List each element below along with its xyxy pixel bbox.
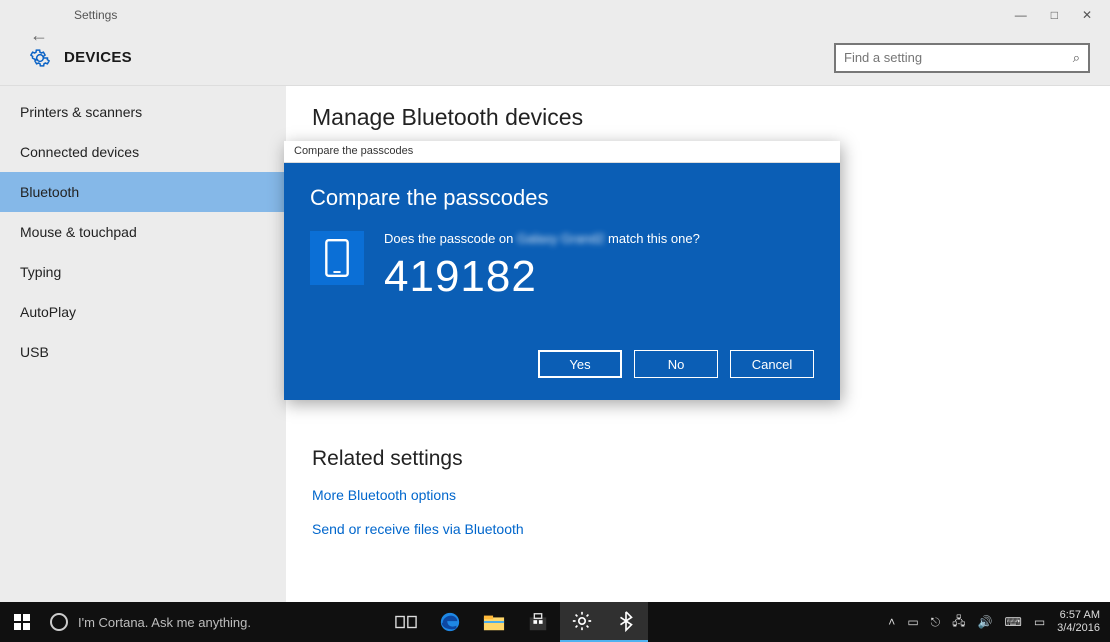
start-button[interactable] — [0, 602, 44, 642]
dialog-buttons: Yes No Cancel — [310, 350, 814, 378]
tray-volume-icon[interactable]: 🔊 — [978, 615, 993, 629]
dialog-heading: Compare the passcodes — [310, 185, 814, 211]
folder-icon — [483, 611, 505, 633]
sidebar-item-usb[interactable]: USB — [0, 332, 286, 372]
search-icon: ⌕ — [1073, 50, 1080, 66]
link-more-bluetooth-options[interactable]: More Bluetooth options — [312, 487, 1110, 503]
pairing-dialog: Compare the passcodes Compare the passco… — [284, 141, 840, 400]
taskbar-file-explorer[interactable] — [472, 602, 516, 642]
task-view-icon — [395, 611, 417, 633]
back-icon[interactable]: ← — [30, 25, 48, 46]
tray-action-center-icon[interactable]: ▭ — [1034, 615, 1045, 629]
clock-time: 6:57 AM — [1057, 609, 1100, 622]
prompt-prefix: Does the passcode on — [384, 231, 517, 246]
window-controls: — □ ✕ — [1015, 8, 1104, 22]
sidebar-item-label: Bluetooth — [20, 184, 79, 200]
tray-chevron-up-icon[interactable]: ˄ — [888, 615, 895, 629]
search-input[interactable] — [844, 50, 1073, 65]
sidebar-item-label: Connected devices — [20, 144, 139, 160]
tray-wifi-icon[interactable]: ⎋ — [931, 615, 941, 630]
app-title: Settings — [74, 8, 117, 22]
related-heading: Related settings — [312, 447, 1110, 471]
sidebar-item-label: Typing — [20, 264, 61, 280]
taskbar: I'm Cortana. Ask me anything. ˄ ▭ ⎋ 🖧 🔊 … — [0, 602, 1110, 642]
windows-icon — [14, 614, 30, 630]
bluetooth-icon — [615, 610, 637, 632]
system-tray: ˄ ▭ ⎋ 🖧 🔊 ⌨ ▭ 6:57 AM 3/4/2016 — [888, 609, 1110, 635]
yes-button[interactable]: Yes — [538, 350, 622, 378]
page-heading: Manage Bluetooth devices — [312, 104, 1110, 131]
taskbar-edge[interactable] — [428, 602, 472, 642]
no-button[interactable]: No — [634, 350, 718, 378]
device-name: Galaxy Grand2 — [517, 231, 604, 246]
edge-icon — [439, 611, 461, 633]
tray-network-icon[interactable]: 🖧 — [952, 612, 965, 633]
sidebar-item-bluetooth[interactable]: Bluetooth — [0, 172, 286, 212]
passcode: 419182 — [384, 252, 700, 302]
close-button[interactable]: ✕ — [1082, 8, 1092, 22]
sidebar-item-autoplay[interactable]: AutoPlay — [0, 292, 286, 332]
settings-window: Settings — □ ✕ ← DEVICES ⌕ Printers & sc… — [0, 0, 1110, 602]
dialog-prompt: Does the passcode on Galaxy Grand2 match… — [384, 231, 700, 246]
sidebar-item-mouse-touchpad[interactable]: Mouse & touchpad — [0, 212, 286, 252]
maximize-button[interactable]: □ — [1051, 8, 1058, 22]
section-title: DEVICES — [64, 49, 132, 66]
prompt-suffix: match this one? — [604, 231, 699, 246]
taskbar-settings[interactable] — [560, 602, 604, 642]
taskbar-bluetooth[interactable] — [604, 602, 648, 642]
sidebar-item-printers[interactable]: Printers & scanners — [0, 92, 286, 132]
sidebar: Printers & scanners Connected devices Bl… — [0, 86, 286, 602]
dialog-titlebar: Compare the passcodes — [284, 141, 840, 163]
sidebar-item-connected-devices[interactable]: Connected devices — [0, 132, 286, 172]
cortana-icon — [50, 613, 68, 631]
sidebar-item-label: Printers & scanners — [20, 104, 142, 120]
gear-icon — [571, 610, 593, 632]
tray-keyboard-icon[interactable]: ⌨ — [1005, 615, 1022, 629]
store-icon — [527, 611, 549, 633]
cortana-placeholder: I'm Cortana. Ask me anything. — [78, 615, 251, 630]
titlebar: Settings — □ ✕ — [0, 0, 1110, 30]
header: DEVICES ⌕ — [0, 30, 1110, 86]
sidebar-item-label: USB — [20, 344, 49, 360]
tray-clock[interactable]: 6:57 AM 3/4/2016 — [1057, 609, 1100, 635]
phone-icon — [310, 231, 364, 285]
clock-date: 3/4/2016 — [1057, 622, 1100, 635]
search-box[interactable]: ⌕ — [834, 43, 1090, 73]
sidebar-item-label: Mouse & touchpad — [20, 224, 137, 240]
taskbar-store[interactable] — [516, 602, 560, 642]
dialog-body: Compare the passcodes Does the passcode … — [284, 163, 840, 400]
sidebar-item-label: AutoPlay — [20, 304, 76, 320]
cortana-search[interactable]: I'm Cortana. Ask me anything. — [44, 602, 384, 642]
task-view-button[interactable] — [384, 602, 428, 642]
tray-battery-icon[interactable]: ▭ — [907, 615, 918, 629]
minimize-button[interactable]: — — [1015, 8, 1027, 22]
link-send-receive-files[interactable]: Send or receive files via Bluetooth — [312, 521, 1110, 537]
gear-icon — [30, 48, 50, 68]
sidebar-item-typing[interactable]: Typing — [0, 252, 286, 292]
cancel-button[interactable]: Cancel — [730, 350, 814, 378]
